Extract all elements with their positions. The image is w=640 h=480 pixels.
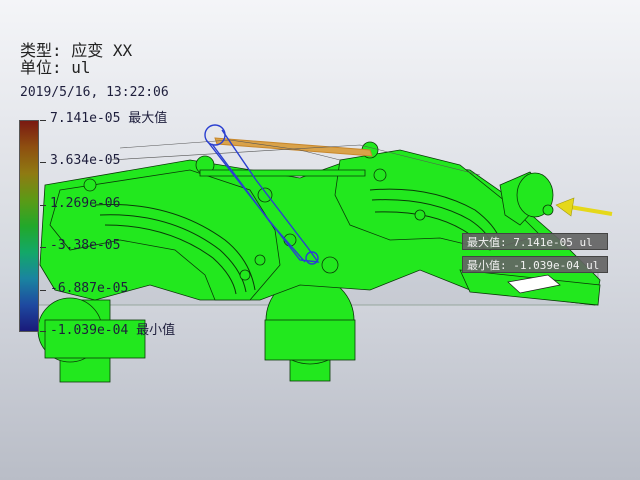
legend-tick-label: 7.141e-05 最大值 [50, 111, 168, 126]
legend-tick-mark [40, 162, 46, 164]
load-arrow-icon[interactable] [555, 197, 613, 217]
legend-tick-mark [40, 204, 46, 206]
legend-tick-mark [40, 247, 46, 249]
unit-label: 单位: ul [20, 58, 91, 77]
max-value-probe[interactable]: 最大值: 7.141e-05 ul [462, 233, 608, 250]
legend-tick-label: 1.269e-06 [50, 195, 121, 211]
legend-tick-mark [40, 120, 46, 121]
color-legend-bar [19, 120, 39, 332]
legend-tick-mark [40, 289, 46, 291]
legend-tick-label: -1.039e-04 最小值 [50, 323, 176, 338]
legend-tick-label: -3.38e-05 [50, 238, 121, 254]
legend-tick-label: 3.634e-05 [50, 153, 121, 169]
hydraulic-cylinder [499, 171, 554, 226]
min-value-probe[interactable]: 最小值: -1.039e-04 ul [462, 256, 608, 273]
3d-viewport[interactable]: 类型: 应变 XX 单位: ul 2019/5/16, 13:22:06 7.1… [0, 0, 640, 480]
result-type-label: 类型: 应变 XX [20, 41, 133, 60]
legend-tick-mark [40, 331, 46, 332]
timestamp: 2019/5/16, 13:22:06 [20, 85, 169, 100]
legend-tick-label: -6.887e-05 [50, 280, 129, 296]
